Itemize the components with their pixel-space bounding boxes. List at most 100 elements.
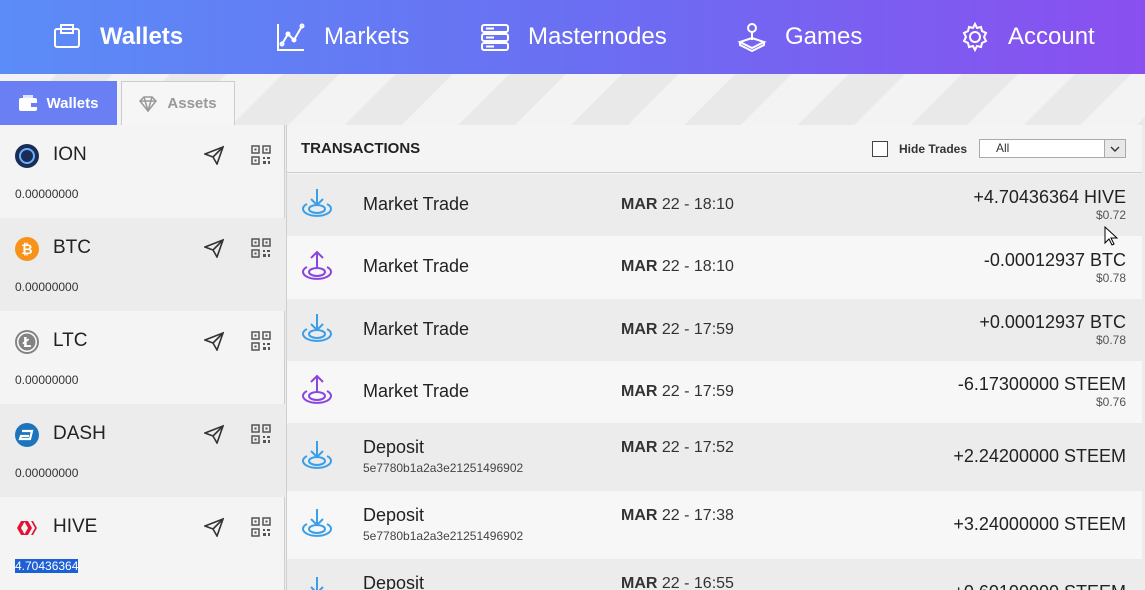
date-time: 22 - 18:10: [657, 258, 734, 275]
qr-code-icon[interactable]: [251, 238, 271, 258]
receive-icon: [302, 314, 332, 342]
wallet-icon: [18, 95, 37, 111]
gear-icon: [960, 22, 990, 52]
transaction-type: Market Trade: [363, 194, 470, 214]
transaction-date: MAR 22 - 18:10: [621, 196, 734, 214]
nav-games[interactable]: Games: [737, 0, 862, 74]
date-time: 22 - 17:59: [657, 383, 734, 400]
transaction-row[interactable]: Market Trade MAR 22 - 17:59 +0.00012937 …: [287, 299, 1142, 361]
tab-wallets-label: Wallets: [46, 94, 99, 112]
transaction-amount: +3.24000000 STEEM: [953, 514, 1126, 534]
wallet-name: ION: [53, 144, 87, 165]
transaction-date: MAR 22 - 17:59: [621, 321, 734, 339]
ion-coin-icon: [15, 144, 39, 168]
tab-assets-label: Assets: [167, 95, 217, 112]
date-month: MAR: [621, 383, 658, 400]
transactions-title: TRANSACTIONS: [301, 140, 421, 157]
date-time: 22 - 17:59: [657, 321, 734, 338]
receive-icon: [302, 189, 332, 217]
wallet-name: BTC: [53, 237, 91, 258]
svg-text:₿: ₿: [21, 242, 32, 258]
server-icon: [480, 22, 510, 52]
nav-markets[interactable]: Markets: [276, 0, 409, 74]
transaction-row[interactable]: Deposit 5e7780b1a2a3e21251496902 MAR 22 …: [287, 491, 1142, 559]
send-icon[interactable]: [204, 517, 224, 537]
wallet-balance: 0.00000000: [15, 280, 79, 294]
send-out-icon: [302, 374, 332, 404]
transaction-type: Market Trade: [363, 319, 470, 339]
send-icon[interactable]: [204, 238, 224, 258]
transaction-date: MAR 22 - 18:10: [621, 258, 734, 276]
nav-account[interactable]: Account: [960, 0, 1095, 74]
transaction-row[interactable]: Market Trade MAR 22 - 18:10 -0.00012937 …: [287, 236, 1142, 299]
transaction-usd-value: $0.78: [1095, 271, 1126, 285]
hide-trades-label: Hide Trades: [899, 142, 968, 156]
wallet-name: HIVE: [53, 516, 98, 537]
send-icon[interactable]: [204, 424, 224, 444]
top-navigation: Wallets Markets Masternodes Games Accoun…: [0, 0, 1145, 74]
date-time: 22 - 18:10: [657, 196, 734, 213]
wallet-name: LTC: [53, 330, 88, 351]
tab-wallets[interactable]: Wallets: [0, 81, 117, 125]
send-icon[interactable]: [204, 145, 224, 165]
joystick-icon: [737, 22, 767, 52]
transaction-filter-select[interactable]: All: [979, 139, 1126, 158]
wallet-icon: [52, 22, 82, 52]
date-month: MAR: [621, 258, 658, 275]
date-month: MAR: [621, 196, 658, 213]
transaction-row[interactable]: Market Trade MAR 22 - 18:10 +4.70436364 …: [287, 174, 1142, 236]
wallet-balance: 0.00000000: [15, 373, 79, 387]
date-time: 22 - 17:38: [657, 507, 734, 524]
wallet-item-ion[interactable]: ION 0.00000000: [0, 125, 285, 218]
receive-icon: [302, 509, 332, 537]
mouse-cursor-icon: [1104, 226, 1118, 246]
transaction-amount: +0.00012937 BTC: [979, 312, 1126, 332]
wallet-balance: 0.00000000: [15, 187, 79, 201]
chevron-down-icon: [1104, 140, 1125, 157]
transaction-row[interactable]: Deposit MAR 22 - 16:55 +0.60100000 STEEM: [287, 559, 1142, 590]
receive-icon: [302, 441, 332, 469]
nav-masternodes-label: Masternodes: [528, 23, 667, 50]
send-out-icon: [302, 250, 332, 280]
transaction-type: Market Trade: [363, 256, 470, 276]
transaction-type: Deposit: [363, 573, 425, 590]
ltc-coin-icon: Ł: [15, 330, 39, 354]
qr-code-icon[interactable]: [251, 517, 271, 537]
date-month: MAR: [621, 575, 658, 590]
transaction-type: Market Trade: [363, 381, 470, 401]
transaction-hash: 5e7780b1a2a3e21251496902: [363, 529, 524, 543]
hive-coin-icon: [17, 521, 37, 535]
date-time: 22 - 16:55: [657, 575, 734, 590]
nav-masternodes[interactable]: Masternodes: [480, 0, 667, 74]
btc-coin-icon: ₿: [15, 237, 39, 261]
qr-code-icon[interactable]: [251, 424, 271, 444]
transaction-date: MAR 22 - 17:52: [621, 439, 734, 457]
wallet-list: ION 0.00000000 ₿ BTC 0.00000000 Ł LTC 0.…: [0, 125, 285, 590]
wallet-balance[interactable]: 4.70436364: [15, 559, 79, 573]
tab-assets[interactable]: Assets: [121, 81, 235, 125]
wallet-item-dash[interactable]: DASH 0.00000000: [0, 404, 285, 497]
transaction-type: Deposit: [363, 505, 425, 525]
wallet-balance: 0.00000000: [15, 466, 79, 480]
transaction-amount: +0.60100000 STEEM: [953, 582, 1126, 590]
qr-code-icon[interactable]: [251, 145, 271, 165]
transactions-header: TRANSACTIONS Hide Trades All: [287, 125, 1142, 173]
transaction-row[interactable]: Deposit 5e7780b1a2a3e21251496902 MAR 22 …: [287, 423, 1142, 491]
wallet-item-ltc[interactable]: Ł LTC 0.00000000: [0, 311, 285, 404]
diamond-icon: [139, 95, 158, 112]
wallet-name: DASH: [53, 423, 106, 444]
chart-icon: [276, 22, 306, 52]
transaction-usd-value: $0.72: [1095, 208, 1126, 222]
hide-trades-checkbox[interactable]: [872, 141, 888, 157]
nav-wallets[interactable]: Wallets: [52, 0, 183, 74]
send-icon[interactable]: [204, 331, 224, 351]
transaction-amount: +2.24200000 STEEM: [953, 446, 1126, 466]
dash-coin-icon: [15, 423, 39, 447]
wallet-item-btc[interactable]: ₿ BTC 0.00000000: [0, 218, 285, 311]
transaction-date: MAR 22 - 16:55: [621, 575, 734, 590]
qr-code-icon[interactable]: [251, 331, 271, 351]
transaction-row[interactable]: Market Trade MAR 22 - 17:59 -6.17300000 …: [287, 361, 1142, 423]
wallet-item-hive[interactable]: HIVE 4.70436364: [0, 497, 285, 590]
nav-wallets-label: Wallets: [100, 23, 184, 50]
nav-markets-label: Markets: [324, 23, 410, 50]
